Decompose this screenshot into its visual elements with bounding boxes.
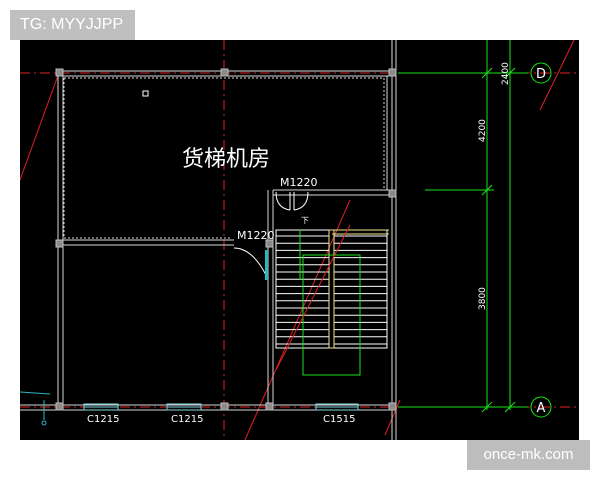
walls [20,40,397,440]
door-label-top: M1220 [280,176,318,189]
dimension-upper: 4200 [478,119,488,142]
dimension-lines [398,40,528,413]
cad-drawing-canvas: 货梯机房 M1220 M1220 下 C1215 C1215 C1515 240… [20,40,579,440]
dimension-top: 2400 [501,62,511,85]
watermark-tag: TG: MYYJJPP [10,10,135,40]
axis-label-d: D [536,67,546,82]
window-label-1: C1215 [87,414,119,425]
axis-label-a: A [537,401,546,416]
dimension-lower: 3800 [478,287,488,310]
watermark-brand: once-mk.com [467,440,590,470]
window-label-2: C1215 [171,414,203,425]
left-edge-detail [20,391,51,426]
window-label-3: C1515 [323,414,355,425]
room-label: 货梯机房 [182,147,270,172]
door-label-left: M1220 [237,229,275,242]
small-square-marker [142,90,149,97]
stair-direction-mark: 下 [301,216,309,225]
stair-landing [299,230,361,376]
